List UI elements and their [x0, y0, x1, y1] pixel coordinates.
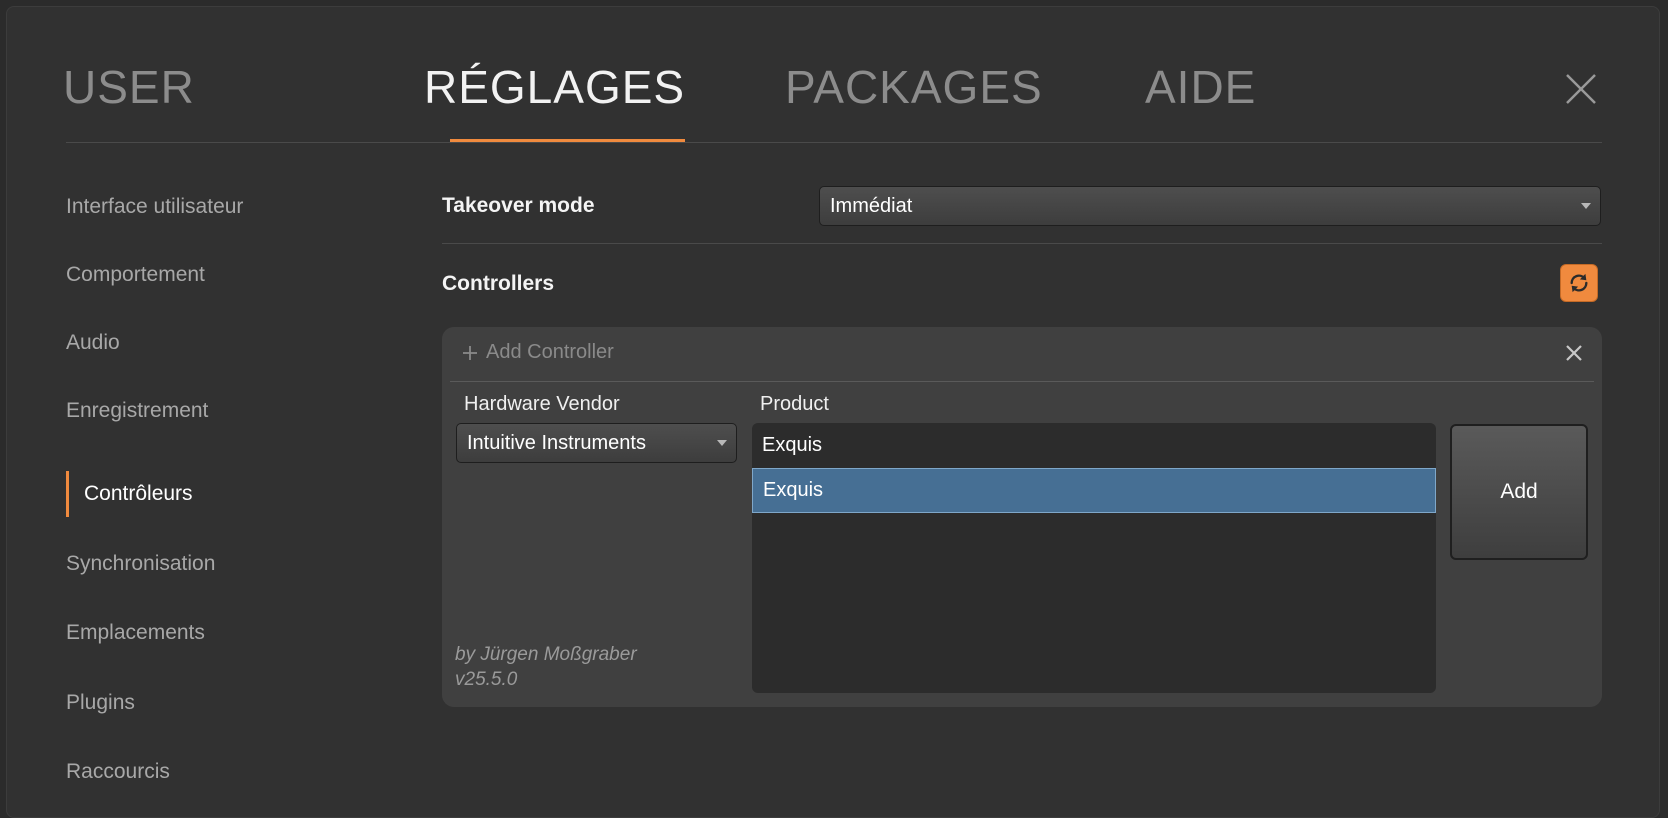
- plus-icon: [463, 345, 477, 360]
- header-divider: [66, 142, 1602, 143]
- close-icon[interactable]: [1564, 343, 1584, 363]
- sidebar-item-interface[interactable]: Interface utilisateur: [66, 193, 243, 221]
- refresh-button[interactable]: [1560, 264, 1598, 302]
- list-item-selected[interactable]: Exquis: [752, 468, 1436, 513]
- list-item[interactable]: Exquis: [752, 423, 1436, 468]
- tab-user[interactable]: USER: [63, 59, 195, 115]
- author-name: by Jürgen Moßgraber: [455, 644, 637, 665]
- tab-packages[interactable]: PACKAGES: [785, 59, 1043, 115]
- hardware-vendor-label: Hardware Vendor: [464, 393, 620, 415]
- add-controller-button[interactable]: Add Controller: [462, 341, 614, 364]
- refresh-icon: [1570, 273, 1588, 293]
- active-tab-indicator: [450, 139, 685, 142]
- sidebar-item-emplacements[interactable]: Emplacements: [66, 619, 205, 647]
- add-controller-label: Add Controller: [486, 341, 614, 363]
- sidebar-item-enregistrement[interactable]: Enregistrement: [66, 397, 208, 425]
- sidebar-item-synchronisation[interactable]: Synchronisation: [66, 550, 215, 578]
- add-controller-header: Add Controller: [450, 327, 1594, 382]
- tab-aide[interactable]: AIDE: [1145, 59, 1256, 115]
- add-controller-panel: Add Controller Hardware Vendor Product I…: [442, 327, 1602, 707]
- close-icon[interactable]: [1563, 71, 1599, 107]
- section-divider: [442, 243, 1602, 244]
- sidebar-active-marker: [66, 471, 69, 517]
- sidebar-item-raccourcis[interactable]: Raccourcis: [66, 758, 170, 786]
- version-label: v25.5.0: [455, 669, 518, 690]
- product-list[interactable]: Exquis Exquis: [752, 423, 1436, 693]
- hardware-vendor-value: Intuitive Instruments: [467, 431, 646, 454]
- takeover-mode-value: Immédiat: [830, 194, 913, 217]
- author-info: by Jürgen Moßgraber v25.5.0: [455, 642, 637, 692]
- sidebar-item-controleurs[interactable]: Contrôleurs: [84, 480, 193, 508]
- product-label: Product: [760, 393, 829, 415]
- hardware-vendor-select[interactable]: Intuitive Instruments: [456, 423, 737, 463]
- sidebar-item-comportement[interactable]: Comportement: [66, 261, 205, 289]
- chevron-down-icon: [1581, 203, 1591, 209]
- takeover-mode-label: Takeover mode: [442, 194, 595, 217]
- controllers-label: Controllers: [442, 272, 555, 295]
- tab-reglages[interactable]: RÉGLAGES: [424, 59, 685, 115]
- sidebar-item-audio[interactable]: Audio: [66, 329, 120, 357]
- takeover-mode-select[interactable]: Immédiat: [819, 186, 1601, 226]
- chevron-down-icon: [717, 440, 727, 446]
- sidebar-item-plugins[interactable]: Plugins: [66, 689, 135, 717]
- add-button[interactable]: Add: [1450, 424, 1588, 560]
